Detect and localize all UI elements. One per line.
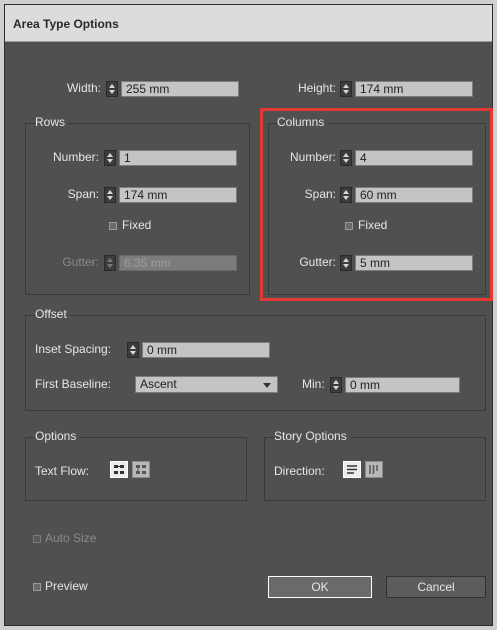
text-flow-by-columns-icon[interactable] (132, 461, 150, 478)
first-baseline-label: First Baseline: (35, 377, 112, 391)
auto-size-label: Auto Size (45, 531, 97, 545)
dialog-title: Area Type Options (13, 17, 119, 31)
dialog-titlebar[interactable]: Area Type Options (5, 5, 492, 42)
min-input[interactable]: 0 mm (345, 377, 460, 393)
preview-label: Preview (45, 579, 88, 593)
cancel-button[interactable]: Cancel (386, 576, 486, 598)
rows-number-stepper[interactable] (104, 150, 116, 166)
horizontal-direction-icon[interactable] (343, 461, 361, 478)
rows-gutter-input[interactable]: 6.35 mm (119, 255, 237, 271)
inset-spacing-label: Inset Spacing: (35, 342, 112, 356)
rows-span-input[interactable]: 174 mm (119, 187, 237, 203)
width-label: Width: (66, 81, 101, 95)
rows-gutter-stepper[interactable] (104, 255, 116, 271)
columns-highlight-box (260, 108, 493, 301)
width-stepper[interactable] (106, 81, 118, 97)
auto-size-checkbox[interactable] (33, 535, 41, 543)
story-options-title: Story Options (274, 429, 350, 443)
rows-number-label: Number: (52, 150, 99, 164)
width-input[interactable]: 255 mm (121, 81, 239, 97)
rows-span-stepper[interactable] (104, 187, 116, 203)
min-stepper[interactable] (330, 377, 342, 393)
height-input[interactable]: 174 mm (355, 81, 473, 97)
direction-label: Direction: (274, 464, 325, 478)
rows-fixed-label: Fixed (122, 218, 152, 232)
first-baseline-select[interactable]: Ascent (135, 376, 278, 393)
area-type-options-dialog: Area Type Options Width: 255 mm Height: … (4, 4, 493, 626)
offset-title: Offset (35, 307, 70, 321)
ok-button[interactable]: OK (268, 576, 372, 598)
text-flow-by-rows-icon[interactable] (110, 461, 128, 478)
text-flow-label: Text Flow: (35, 464, 90, 478)
height-stepper[interactable] (340, 81, 352, 97)
options-title: Options (35, 429, 80, 443)
rows-span-label: Span: (67, 187, 99, 201)
height-label: Height: (297, 81, 336, 95)
vertical-direction-icon[interactable] (365, 461, 383, 478)
offset-group (25, 315, 486, 411)
min-label: Min: (302, 377, 325, 391)
rows-number-input[interactable]: 1 (119, 150, 237, 166)
rows-fixed-checkbox[interactable] (109, 222, 117, 230)
inset-spacing-input[interactable]: 0 mm (142, 342, 270, 358)
preview-checkbox[interactable] (33, 583, 41, 591)
rows-title: Rows (35, 115, 69, 129)
first-baseline-value: Ascent (140, 377, 177, 391)
chevron-down-icon (263, 383, 271, 388)
rows-gutter-label: Gutter: (62, 255, 99, 269)
inset-spacing-stepper[interactable] (127, 342, 139, 358)
